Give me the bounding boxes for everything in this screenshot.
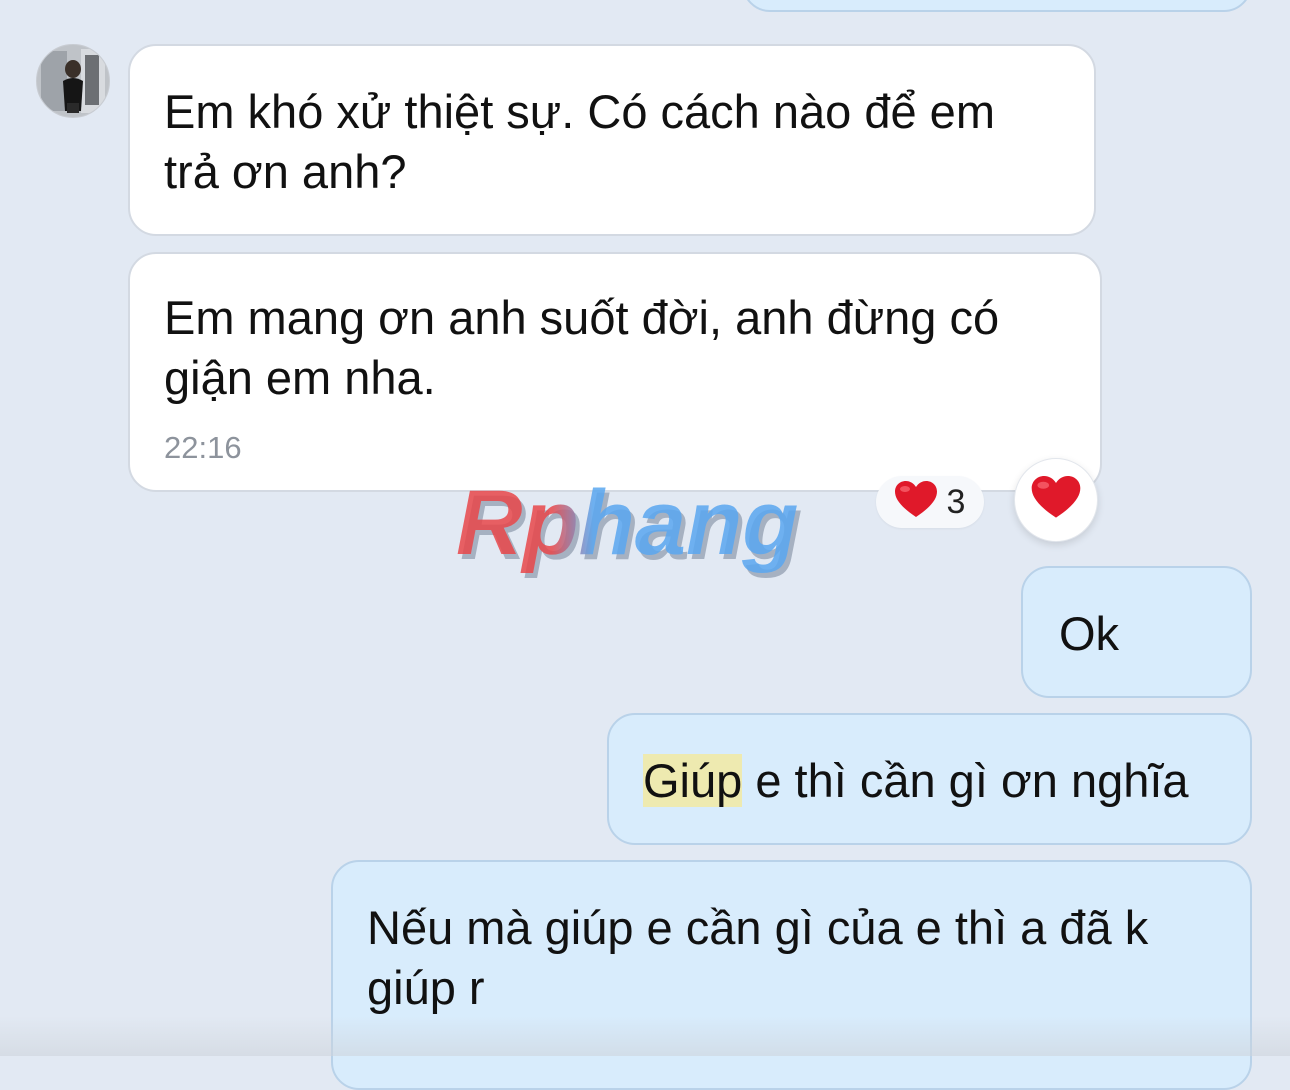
message-timestamp: 22:16 xyxy=(164,430,242,465)
message-text: Em mang ơn anh suốt đời, anh đừng có giậ… xyxy=(164,291,1000,404)
message-bubble-incoming[interactable]: Em khó xử thiệt sự. Có cách nào để em tr… xyxy=(128,44,1096,236)
reaction-count: 3 xyxy=(946,483,966,521)
message-bubble-outgoing[interactable]: Ok xyxy=(1021,566,1252,698)
heart-icon xyxy=(894,480,937,524)
svg-text:Rphang: Rphang xyxy=(456,478,798,574)
message-text: Ok xyxy=(1059,607,1120,660)
react-button[interactable] xyxy=(1014,458,1098,542)
message-text-rest: e thì cần gì ơn nghĩa xyxy=(742,754,1189,807)
message-text: Em khó xử thiệt sự. Có cách nào để em tr… xyxy=(164,85,995,198)
message-text: Nếu mà giúp e cần gì của e thì a đã k gi… xyxy=(367,901,1149,1014)
reaction-summary[interactable]: 3 xyxy=(876,476,984,528)
contact-avatar[interactable] xyxy=(36,44,110,118)
message-text: Giúp e thì cần gì ơn nghĩa xyxy=(643,751,1216,811)
message-bubble-outgoing[interactable]: Giúp e thì cần gì ơn nghĩa xyxy=(607,713,1252,845)
message-bubble-incoming[interactable]: Em mang ơn anh suốt đời, anh đừng có giậ… xyxy=(128,252,1102,492)
heart-icon xyxy=(1031,475,1081,525)
contact-avatar-photo xyxy=(37,45,109,117)
chat-conversation: Em khó xử thiệt sự. Có cách nào để em tr… xyxy=(0,0,1290,1090)
search-highlight: Giúp xyxy=(643,754,743,807)
watermark-logo: Rphang Rphang xyxy=(450,472,840,579)
message-bubble-outgoing-previous[interactable] xyxy=(742,0,1252,12)
